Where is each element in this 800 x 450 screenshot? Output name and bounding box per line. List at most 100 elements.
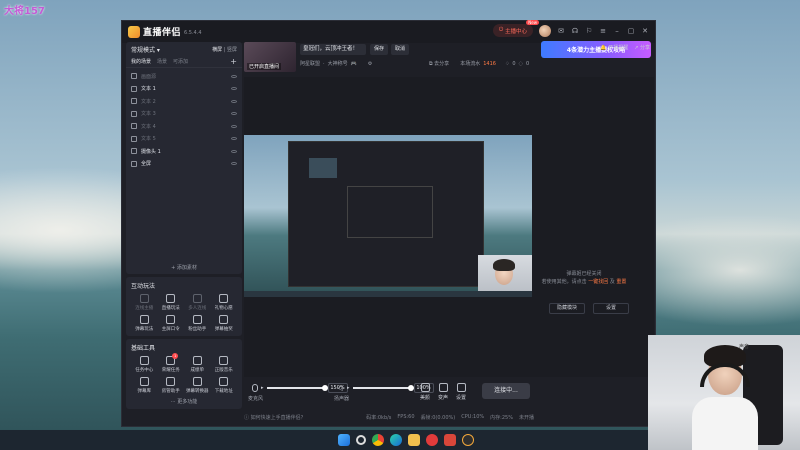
- room-stats: ⧉ 去分享 本场流水 1416 ♢ 0 ◌ 0: [429, 60, 530, 68]
- eye-icon[interactable]: [231, 74, 237, 78]
- orientation-toggle[interactable]: 横屏 | 竖屏: [212, 46, 237, 53]
- tool-icon: [219, 377, 229, 386]
- close-icon[interactable]: ✕: [641, 27, 649, 35]
- tab-scenes[interactable]: 场景: [157, 58, 167, 65]
- tool-item[interactable]: 多人连线: [184, 294, 211, 311]
- eye-icon[interactable]: [231, 112, 237, 116]
- tool-item[interactable]: 房管助手: [158, 377, 185, 394]
- start-live-button[interactable]: 连接中...: [482, 383, 530, 399]
- microphone-icon[interactable]: [252, 384, 258, 392]
- netease-icon[interactable]: [426, 434, 438, 446]
- tool-item[interactable]: 弹幕库: [131, 377, 158, 394]
- reset-link[interactable]: 重置: [616, 279, 626, 285]
- edge-icon[interactable]: [390, 434, 402, 446]
- chrome-icon[interactable]: [372, 434, 384, 446]
- room-title-input[interactable]: 皇冠们，云顶冲王者！: [300, 44, 366, 55]
- mic-volume-slider[interactable]: [266, 385, 328, 391]
- tool-item[interactable]: 成绩单: [184, 356, 211, 373]
- tool-item[interactable]: 弹幕玩法: [131, 315, 158, 332]
- tool-icon: [219, 356, 229, 365]
- add-scene-icon[interactable]: +: [230, 57, 237, 66]
- eye-icon[interactable]: [231, 149, 237, 153]
- source-item[interactable]: 文本 2: [131, 95, 237, 108]
- status-stat: 未开播: [518, 414, 534, 421]
- voice-change-button[interactable]: 变声: [438, 383, 448, 401]
- hide-module-button[interactable]: 隐藏模块: [549, 303, 585, 314]
- folder-icon[interactable]: [408, 434, 420, 446]
- minimize-icon[interactable]: –: [613, 27, 621, 35]
- speaker-volume-slider[interactable]: [352, 385, 414, 391]
- tool-item[interactable]: 下载地址: [211, 377, 238, 394]
- tool-item[interactable]: 直播玩法: [158, 294, 185, 311]
- hint-buttons: 隐藏模块 设置: [549, 303, 629, 314]
- help-link[interactable]: ⓘ 如何快速上手直播伴侣？: [244, 414, 306, 421]
- shirt-icon[interactable]: ⚐: [585, 27, 593, 35]
- menu-icon[interactable]: ≡: [599, 27, 607, 35]
- source-item[interactable]: 全屏: [131, 158, 237, 171]
- tool-label: 粉丝助手: [188, 327, 207, 332]
- income-value: 1416: [483, 60, 496, 67]
- speaker-icon[interactable]: ◁: [336, 384, 344, 392]
- interactive-section: 互动玩法 连线主播 直播玩法 多人连线 礼物心愿 弹幕玩法 主屏口令 粉丝助手 弹幕抽奖: [126, 277, 242, 336]
- gamepad-icon: 🎮: [350, 60, 357, 67]
- tool-item[interactable]: 粉丝助手: [184, 315, 211, 332]
- tool-item[interactable]: 连线主播: [131, 294, 158, 311]
- recover-link[interactable]: 一键找回: [588, 279, 608, 285]
- maximize-icon[interactable]: ▢: [627, 27, 635, 35]
- tab-addable[interactable]: 可添加: [173, 58, 188, 65]
- eye-icon[interactable]: [231, 99, 237, 103]
- live-app-icon[interactable]: [444, 434, 456, 446]
- tool-item[interactable]: 1 荣耀任务: [158, 353, 185, 373]
- left-panel: 常规模式 ▾ 横屏 | 竖屏 我的场景 场景 可添加 + 画面源 文本 1 文本 2…: [126, 42, 242, 409]
- more-functions-button[interactable]: ⋯ 更多功能: [131, 398, 237, 405]
- like-count: 0: [512, 60, 516, 67]
- settings-small-icon[interactable]: ⚙: [368, 61, 372, 67]
- source-item[interactable]: 文本 1: [131, 83, 237, 96]
- source-item[interactable]: 文本 5: [131, 133, 237, 146]
- eye-icon[interactable]: [231, 87, 237, 91]
- source-item[interactable]: 文本 4: [131, 120, 237, 133]
- source-item[interactable]: 文本 3: [131, 108, 237, 121]
- source-list: 画面源 文本 1 文本 2 文本 3 文本 4 文本 5 摄像头 1 全屏: [126, 68, 242, 172]
- tool-item[interactable]: 弹幕转换器: [184, 377, 211, 394]
- tool-item[interactable]: 主屏口令: [158, 315, 185, 332]
- tool-item[interactable]: 任务中心: [131, 356, 158, 373]
- share-copy-link[interactable]: ⧉ 去分享: [429, 60, 449, 67]
- settings-button[interactable]: 设置: [593, 303, 629, 314]
- tool-icon: [139, 315, 149, 324]
- tool-item[interactable]: 礼物心愿: [211, 294, 238, 311]
- source-item[interactable]: 摄像头 1: [131, 145, 237, 158]
- beauty-button[interactable]: 美颜: [420, 383, 430, 401]
- tool-item[interactable]: 正版音乐: [211, 356, 238, 373]
- tab-my-scenes[interactable]: 我的场景: [131, 58, 151, 65]
- user-avatar[interactable]: [539, 24, 551, 37]
- save-button[interactable]: 保存: [370, 44, 389, 55]
- search-icon[interactable]: [356, 435, 366, 445]
- game-icon[interactable]: [462, 434, 474, 446]
- headset-icon[interactable]: ☊: [571, 27, 579, 35]
- status-stat: 丢帧:0(0.00%): [420, 414, 456, 421]
- mode-selector[interactable]: 常规模式 ▾: [131, 45, 160, 54]
- windows-start-icon[interactable]: [338, 434, 350, 446]
- tool-label: 直播玩法: [161, 306, 180, 311]
- settings-ctrl-button[interactable]: 设置: [456, 383, 466, 401]
- source-item[interactable]: 画面源: [131, 70, 237, 83]
- eye-icon[interactable]: [231, 137, 237, 141]
- tool-label: 礼物心愿: [214, 306, 233, 311]
- add-source-button[interactable]: + 添加素材: [126, 264, 242, 271]
- message-icon[interactable]: ✉: [557, 27, 565, 35]
- tool-label: 连线主播: [135, 306, 154, 311]
- room-cover[interactable]: 已开启直播间: [244, 42, 296, 72]
- stream-preview[interactable]: [244, 135, 532, 297]
- category-label[interactable]: 大神称号: [328, 60, 348, 67]
- voice-change-icon: [438, 383, 448, 392]
- tool-item[interactable]: 弹幕抽奖: [211, 315, 238, 332]
- eye-icon[interactable]: [231, 124, 237, 128]
- reminder-button[interactable]: 🔔 开播提醒: [600, 44, 628, 51]
- preview-nested-window: [288, 141, 484, 287]
- cancel-button[interactable]: 取消: [391, 44, 410, 55]
- share-button[interactable]: ↗ 分享: [634, 44, 650, 51]
- live-center-button[interactable]: ⏻ 主播中心 New: [492, 20, 539, 37]
- eye-icon[interactable]: [231, 162, 237, 166]
- comment-count: 0: [525, 60, 530, 67]
